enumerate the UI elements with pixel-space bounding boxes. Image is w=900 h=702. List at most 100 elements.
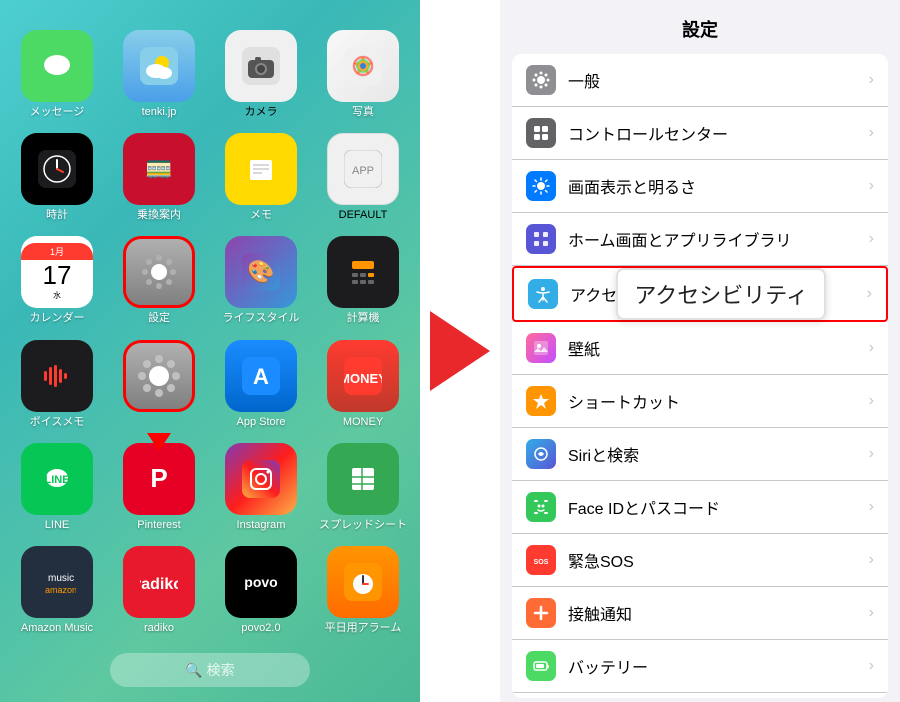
settings-item-faceid[interactable]: Face IDとパスコード › xyxy=(512,481,888,534)
money-icon: MONEY xyxy=(327,340,399,412)
display-icon xyxy=(526,171,556,201)
line-icon: LINE xyxy=(21,443,93,515)
clock-icon xyxy=(21,133,93,205)
app-tenki[interactable]: tenki.jp xyxy=(115,30,203,119)
battery-icon xyxy=(526,651,556,681)
siri-label: Siriと検索 xyxy=(568,442,869,466)
accessibility-icon xyxy=(528,279,558,309)
settings-item-control[interactable]: コントロールセンター › xyxy=(512,107,888,160)
settings-item-wallpaper[interactable]: 壁紙 › xyxy=(512,322,888,375)
voicememo-label: ボイスメモ xyxy=(30,416,85,429)
amazon-music-icon: musicamazon xyxy=(21,546,93,618)
wallpaper-icon xyxy=(526,333,556,363)
sos-icon: SOS xyxy=(526,545,556,575)
app-money[interactable]: MONEY MONEY xyxy=(319,340,407,429)
app-calculator[interactable]: 計算機 xyxy=(319,236,407,325)
app-line[interactable]: LINE LINE xyxy=(13,443,101,532)
default-icon: APP xyxy=(327,133,399,205)
app-calendar[interactable]: 1月 17 水 カレンダー xyxy=(13,236,101,325)
iphone-screen: メッセージ tenki.jp カメラ 写真 時計 xyxy=(0,0,420,702)
wallpaper-label: 壁紙 xyxy=(568,336,869,360)
app-amazon-music[interactable]: musicamazon Amazon Music xyxy=(13,546,101,635)
povo-icon: povo xyxy=(225,546,297,618)
app-povo[interactable]: povo povo2.0 xyxy=(217,546,305,635)
calendar-label: カレンダー xyxy=(30,312,85,325)
app-voicememo[interactable]: ボイスメモ xyxy=(13,340,101,429)
homescreen-label: ホーム画面とアプリライブラリ xyxy=(568,227,869,251)
svg-text:povo: povo xyxy=(244,574,277,590)
photos-label: 写真 xyxy=(352,106,374,119)
svg-text:P: P xyxy=(150,463,167,493)
svg-text:APP: APP xyxy=(352,165,374,177)
spreadsheet-icon xyxy=(327,443,399,515)
contact-icon xyxy=(526,598,556,628)
camera-label: カメラ xyxy=(245,106,278,119)
search-bar[interactable]: 🔍 検索 xyxy=(110,653,310,687)
battery-label: バッテリー xyxy=(568,654,869,678)
contact-label: 接触通知 xyxy=(568,601,869,625)
camera-icon xyxy=(225,30,297,102)
calendar-day: 17 xyxy=(43,260,72,290)
settings-item-battery[interactable]: バッテリー › xyxy=(512,640,888,693)
settings-item-accessibility[interactable]: アクセシビリティ › アクセシビリティ xyxy=(512,266,888,322)
settings-item-sos[interactable]: SOS 緊急SOS › xyxy=(512,534,888,587)
contact-chevron: › xyxy=(869,604,874,622)
settings-item-general[interactable]: 一般 › xyxy=(512,54,888,107)
app-pinterest[interactable]: P Pinterest xyxy=(115,443,203,532)
svg-text:radiko: radiko xyxy=(140,576,178,593)
settings-list: 一般 › コントロールセンター › 画面表示と明るさ › ホーム画面とアプリライ… xyxy=(512,54,888,698)
app-settings-large[interactable] xyxy=(115,340,203,429)
transit-icon: 🚃 xyxy=(123,133,195,205)
settings-panel: 設定 一般 › コントロールセンター › 画面表示と明るさ › xyxy=(500,0,900,702)
appstore-label: App Store xyxy=(237,416,286,429)
app-transit[interactable]: 🚃 乗換案内 xyxy=(115,133,203,222)
app-messages[interactable]: メッセージ xyxy=(13,30,101,119)
settings-icon-row3 xyxy=(123,236,195,308)
settings-item-siri[interactable]: Siriと検索 › xyxy=(512,428,888,481)
app-photos[interactable]: 写真 xyxy=(319,30,407,119)
accessibility-chevron: › xyxy=(867,285,872,303)
battery-chevron: › xyxy=(869,657,874,675)
general-chevron: › xyxy=(869,71,874,89)
memo-label: メモ xyxy=(250,209,272,222)
wallpaper-chevron: › xyxy=(869,339,874,357)
display-chevron: › xyxy=(869,177,874,195)
svg-text:🚃: 🚃 xyxy=(145,154,172,179)
app-lifestyle[interactable]: 🎨 ライフスタイル xyxy=(217,236,305,325)
svg-text:LINE: LINE xyxy=(44,474,69,486)
search-placeholder: 🔍 検索 xyxy=(185,662,234,678)
app-clock[interactable]: 時計 xyxy=(13,133,101,222)
shortcuts-chevron: › xyxy=(869,392,874,410)
control-chevron: › xyxy=(869,124,874,142)
settings-item-contact[interactable]: 接触通知 › xyxy=(512,587,888,640)
radiko-icon: radiko xyxy=(123,546,195,618)
money-label: MONEY xyxy=(343,416,383,429)
app-settings-row3[interactable]: 設定 xyxy=(115,236,203,325)
line-label: LINE xyxy=(45,519,69,532)
app-alarm[interactable]: 平日用アラーム xyxy=(319,546,407,635)
spreadsheet-label: スプレッドシート xyxy=(319,519,407,532)
app-instagram[interactable]: Instagram xyxy=(217,443,305,532)
app-memo[interactable]: メモ xyxy=(217,133,305,222)
svg-text:SOS: SOS xyxy=(534,559,549,566)
settings-item-homescreen[interactable]: ホーム画面とアプリライブラリ › xyxy=(512,213,888,266)
app-spreadsheet[interactable]: スプレッドシート xyxy=(319,443,407,532)
app-default[interactable]: APP DEFAULT xyxy=(319,133,407,222)
svg-text:A: A xyxy=(253,364,269,389)
calculator-icon xyxy=(327,236,399,308)
app-appstore[interactable]: A App Store xyxy=(217,340,305,429)
instagram-icon xyxy=(225,443,297,515)
settings-arrow xyxy=(147,433,171,451)
sos-label: 緊急SOS xyxy=(568,548,869,572)
photos-icon xyxy=(327,30,399,102)
settings-item-privacy[interactable]: プライバシーとセキュリティ › xyxy=(512,693,888,698)
settings-title: 設定 xyxy=(500,0,900,50)
siri-icon xyxy=(526,439,556,469)
svg-text:amazon: amazon xyxy=(45,585,76,595)
settings-item-shortcuts[interactable]: ショートカット › xyxy=(512,375,888,428)
lifestyle-label: ライフスタイル xyxy=(223,312,300,325)
app-radiko[interactable]: radiko radiko xyxy=(115,546,203,635)
app-camera[interactable]: カメラ xyxy=(217,30,305,119)
svg-text:music: music xyxy=(48,573,74,584)
settings-item-display[interactable]: 画面表示と明るさ › xyxy=(512,160,888,213)
